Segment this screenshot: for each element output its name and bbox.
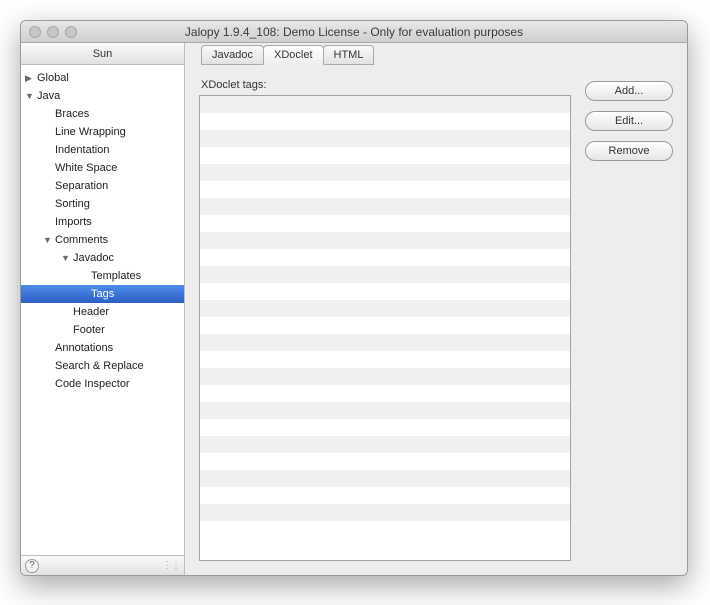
list-row[interactable] (200, 487, 570, 504)
nav-item-code-inspector[interactable]: Code Inspector (21, 375, 184, 393)
edit-button[interactable]: Edit... (585, 111, 673, 131)
nav-item-comments[interactable]: ▼Comments (21, 231, 184, 249)
nav-item-label: Indentation (55, 144, 109, 156)
nav-item-java[interactable]: ▼Java (21, 87, 184, 105)
nav-item-label: Global (37, 72, 69, 84)
list-row[interactable] (200, 96, 570, 113)
list-area: XDoclet tags: (199, 79, 571, 561)
list-row[interactable] (200, 385, 570, 402)
list-row[interactable] (200, 283, 570, 300)
tags-listbox[interactable] (199, 95, 571, 561)
list-row[interactable] (200, 521, 570, 538)
list-row[interactable] (200, 436, 570, 453)
tags-list-body (200, 96, 570, 560)
window-title: Jalopy 1.9.4_108: Demo License - Only fo… (21, 25, 687, 39)
list-row[interactable] (200, 334, 570, 351)
nav-item-indentation[interactable]: Indentation (21, 141, 184, 159)
tab-html[interactable]: HTML (323, 45, 375, 65)
app-window: Jalopy 1.9.4_108: Demo License - Only fo… (20, 20, 688, 576)
nav-item-annotations[interactable]: Annotations (21, 339, 184, 357)
nav-item-label: Line Wrapping (55, 126, 126, 138)
nav-item-white-space[interactable]: White Space (21, 159, 184, 177)
list-row[interactable] (200, 470, 570, 487)
list-row[interactable] (200, 368, 570, 385)
tab-content: XDoclet tags: Add... Edit... Remove (199, 65, 673, 561)
nav-item-imports[interactable]: Imports (21, 213, 184, 231)
nav-item-label: Sorting (55, 198, 90, 210)
list-row[interactable] (200, 113, 570, 130)
nav-item-label: Imports (55, 216, 92, 228)
nav-item-separation[interactable]: Separation (21, 177, 184, 195)
nav-item-label: Search & Replace (55, 360, 144, 372)
list-row[interactable] (200, 215, 570, 232)
nav-item-global[interactable]: ▶Global (21, 69, 184, 87)
list-row[interactable] (200, 249, 570, 266)
nav-item-label: Comments (55, 234, 108, 246)
nav-item-sorting[interactable]: Sorting (21, 195, 184, 213)
chevron-down-icon[interactable]: ▼ (25, 91, 35, 101)
nav-item-tags[interactable]: Tags (21, 285, 184, 303)
titlebar[interactable]: Jalopy 1.9.4_108: Demo License - Only fo… (21, 21, 687, 43)
main-panel: JavadocXDocletHTML XDoclet tags: Add... … (185, 43, 687, 575)
nav-item-label: Java (37, 90, 60, 102)
zoom-icon[interactable] (65, 26, 77, 38)
nav-tree[interactable]: ▶Global▼JavaBracesLine WrappingIndentati… (21, 65, 184, 555)
nav-item-search-replace[interactable]: Search & Replace (21, 357, 184, 375)
list-row[interactable] (200, 402, 570, 419)
nav-item-label: Code Inspector (55, 378, 130, 390)
close-icon[interactable] (29, 26, 41, 38)
nav-item-line-wrapping[interactable]: Line Wrapping (21, 123, 184, 141)
remove-button[interactable]: Remove (585, 141, 673, 161)
list-row[interactable] (200, 198, 570, 215)
list-row[interactable] (200, 181, 570, 198)
nav-item-header[interactable]: Header (21, 303, 184, 321)
window-controls (21, 26, 77, 38)
nav-item-braces[interactable]: Braces (21, 105, 184, 123)
list-row[interactable] (200, 130, 570, 147)
list-row[interactable] (200, 317, 570, 334)
sidebar-header[interactable]: Sun (21, 43, 184, 65)
nav-item-label: White Space (55, 162, 117, 174)
tab-javadoc[interactable]: Javadoc (201, 45, 264, 65)
list-row[interactable] (200, 164, 570, 181)
list-row[interactable] (200, 300, 570, 317)
sidebar: Sun ▶Global▼JavaBracesLine WrappingInden… (21, 43, 185, 575)
nav-item-label: Separation (55, 180, 108, 192)
nav-item-label: Javadoc (73, 252, 114, 264)
list-row[interactable] (200, 419, 570, 436)
list-row[interactable] (200, 504, 570, 521)
button-column: Add... Edit... Remove (585, 79, 673, 561)
nav-item-label: Braces (55, 108, 89, 120)
chevron-down-icon[interactable]: ▼ (61, 253, 71, 263)
nav-item-label: Annotations (55, 342, 113, 354)
list-row[interactable] (200, 351, 570, 368)
list-row[interactable] (200, 453, 570, 470)
resize-grip-icon[interactable]: ⋮⋮ (162, 560, 180, 571)
sidebar-footer: ? ⋮⋮ (21, 555, 184, 575)
list-label: XDoclet tags: (201, 79, 571, 91)
list-row[interactable] (200, 147, 570, 164)
chevron-right-icon[interactable]: ▶ (25, 73, 35, 84)
chevron-down-icon[interactable]: ▼ (43, 235, 53, 245)
nav-item-footer[interactable]: Footer (21, 321, 184, 339)
list-row[interactable] (200, 266, 570, 283)
nav-item-label: Header (73, 306, 109, 318)
nav-item-javadoc[interactable]: ▼Javadoc (21, 249, 184, 267)
tab-xdoclet[interactable]: XDoclet (263, 45, 324, 65)
help-icon[interactable]: ? (25, 559, 39, 573)
nav-item-label: Templates (91, 270, 141, 282)
list-row[interactable] (200, 232, 570, 249)
minimize-icon[interactable] (47, 26, 59, 38)
nav-item-label: Tags (91, 288, 114, 300)
nav-item-label: Footer (73, 324, 105, 336)
tab-bar: JavadocXDocletHTML (199, 43, 673, 65)
nav-item-templates[interactable]: Templates (21, 267, 184, 285)
window-body: Sun ▶Global▼JavaBracesLine WrappingInden… (21, 43, 687, 575)
add-button[interactable]: Add... (585, 81, 673, 101)
